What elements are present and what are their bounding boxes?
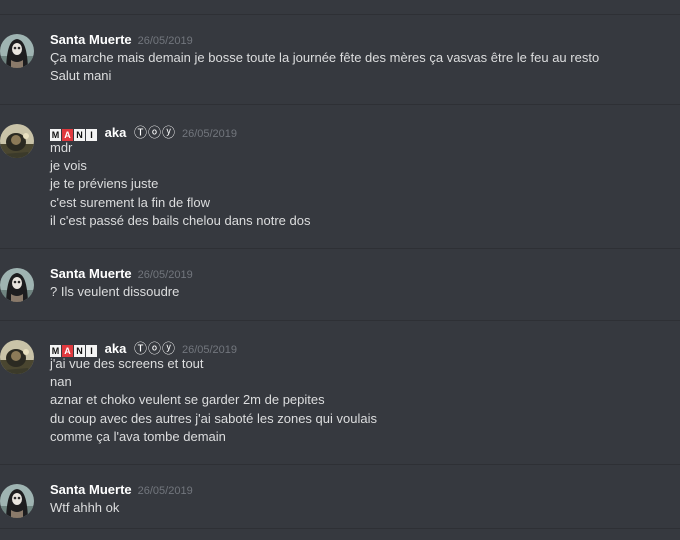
message-line: Ça marche mais demain je bosse toute la … bbox=[50, 50, 600, 65]
message-content: ? Ils veulent dissoudre bbox=[50, 283, 179, 301]
message-line: c'est surement la fin de flow bbox=[50, 194, 210, 210]
message-line: il c'est passé des bails chelou dans not… bbox=[50, 212, 311, 228]
avatar[interactable] bbox=[0, 268, 34, 302]
message-content: Wtf ahhh ok bbox=[50, 499, 119, 517]
message-divider bbox=[0, 104, 680, 105]
message-header: MANI aka Ⓣⓞⓨ 26/05/2019 bbox=[50, 338, 237, 357]
timestamp: 26/05/2019 bbox=[137, 485, 193, 497]
message-divider bbox=[0, 14, 680, 15]
message-line: Salut mani bbox=[50, 68, 112, 84]
message-line: mdr bbox=[50, 140, 73, 155]
username[interactable]: Santa Muerte bbox=[50, 266, 132, 281]
message-divider bbox=[0, 248, 680, 249]
message-content: Ça marche mais demain je bosse toute la … bbox=[50, 49, 599, 85]
message-header: Santa Muerte 26/05/2019 bbox=[50, 266, 193, 284]
message-header: MANI aka Ⓣⓞⓨ 26/05/2019 bbox=[50, 122, 237, 141]
username[interactable]: Santa Muerte bbox=[50, 482, 132, 497]
message-line: Wtf ahhh ok bbox=[50, 500, 120, 515]
message-content: j'ai vue des screens et tout nan aznar e… bbox=[50, 355, 377, 446]
avatar[interactable] bbox=[0, 340, 34, 374]
message-header: Santa Muerte 26/05/2019 bbox=[50, 482, 193, 500]
message-line: ? Ils veulent dissoudre bbox=[50, 284, 180, 299]
message-line: je vois bbox=[50, 158, 87, 174]
message-content: mdr je vois je te préviens juste c'est s… bbox=[50, 139, 310, 230]
message-divider bbox=[0, 320, 680, 321]
message-line: je te préviens juste bbox=[50, 176, 159, 192]
username-circled-text: Ⓣⓞⓨ bbox=[133, 125, 176, 140]
message-header: Santa Muerte 26/05/2019 bbox=[50, 32, 193, 50]
message-line: nan bbox=[50, 374, 72, 390]
avatar[interactable] bbox=[0, 34, 34, 68]
timestamp: 26/05/2019 bbox=[137, 269, 193, 281]
username-circled-text: Ⓣⓞⓨ bbox=[133, 341, 176, 356]
username[interactable]: Santa Muerte bbox=[50, 32, 132, 47]
message-line: comme ça l'ava tombe demain bbox=[50, 428, 226, 444]
username-suffix: aka bbox=[104, 125, 127, 140]
message-divider bbox=[0, 528, 680, 529]
chat-message-list[interactable]: Santa Muerte 26/05/2019 Ça marche mais d… bbox=[0, 0, 680, 540]
timestamp: 26/05/2019 bbox=[137, 35, 193, 47]
message-line: aznar et choko veulent se garder 2m de p… bbox=[50, 392, 325, 408]
message-line: j'ai vue des screens et tout bbox=[50, 356, 204, 371]
message-line: du coup avec des autres j'ai saboté les … bbox=[50, 410, 377, 426]
message-divider bbox=[0, 464, 680, 465]
username-suffix: aka bbox=[104, 341, 127, 356]
avatar[interactable] bbox=[0, 484, 34, 518]
avatar[interactable] bbox=[0, 124, 34, 158]
